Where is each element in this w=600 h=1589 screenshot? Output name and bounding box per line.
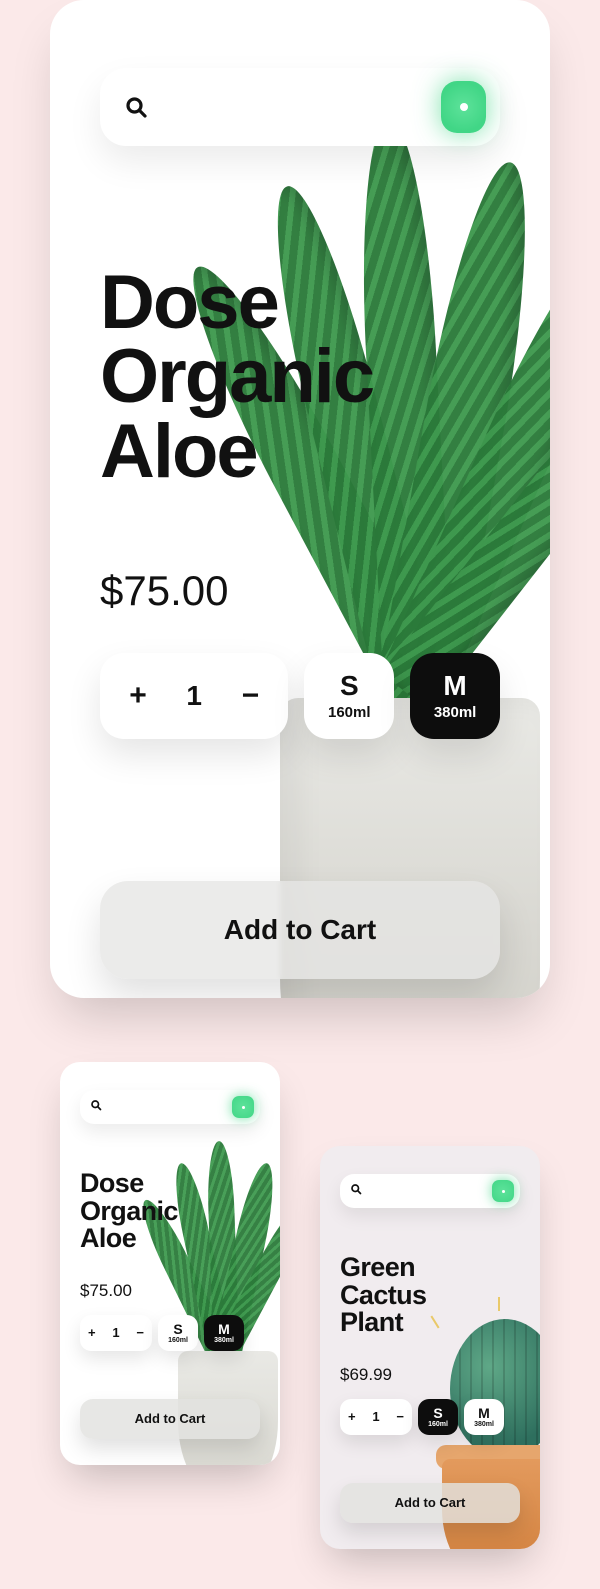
quantity-stepper: + 1 − <box>80 1315 152 1351</box>
quantity-decrease[interactable]: − <box>232 678 268 714</box>
title-line: Cactus <box>340 1280 426 1310</box>
filter-button[interactable] <box>232 1096 254 1118</box>
product-price: $69.99 <box>340 1365 520 1385</box>
title-line: Aloe <box>100 409 257 494</box>
dot-icon <box>502 1190 505 1193</box>
title-line: Aloe <box>80 1223 136 1253</box>
size-option-m[interactable]: M 380ml <box>410 653 500 739</box>
quantity-decrease[interactable]: − <box>396 1410 404 1423</box>
size-volume: 160ml <box>328 704 371 721</box>
quantity-value: 1 <box>372 1409 379 1424</box>
size-option-m[interactable]: M 380ml <box>464 1399 504 1435</box>
product-price: $75.00 <box>100 567 500 615</box>
product-title: Green Cactus Plant <box>340 1254 520 1337</box>
search-input[interactable] <box>148 68 441 146</box>
size-code: M <box>478 1406 490 1420</box>
button-label: Add to Cart <box>135 1411 206 1426</box>
add-to-cart-button[interactable]: Add to Cart <box>340 1483 520 1523</box>
size-option-s[interactable]: S 160ml <box>418 1399 458 1435</box>
filter-button[interactable] <box>492 1180 514 1202</box>
search-icon <box>350 1182 362 1200</box>
size-volume: 380ml <box>434 704 477 721</box>
product-card: Dose Organic Aloe $75.00 + 1 − S 160ml M… <box>50 0 550 998</box>
quantity-increase[interactable]: + <box>348 1410 356 1423</box>
dot-icon <box>242 1106 245 1109</box>
add-to-cart-button[interactable]: Add to Cart <box>100 881 500 979</box>
product-price: $75.00 <box>80 1281 260 1301</box>
quantity-stepper: + 1 − <box>100 653 288 739</box>
size-volume: 380ml <box>214 1337 234 1344</box>
title-line: Green <box>340 1252 415 1282</box>
product-card-thumb: Green Cactus Plant $69.99 + 1 − S 160ml … <box>320 1146 540 1549</box>
size-code: S <box>433 1406 442 1420</box>
search-bar <box>340 1174 520 1208</box>
button-label: Add to Cart <box>395 1495 466 1510</box>
quantity-decrease[interactable]: − <box>136 1326 144 1339</box>
quantity-increase[interactable]: + <box>120 678 156 714</box>
size-option-m[interactable]: M 380ml <box>204 1315 244 1351</box>
quantity-increase[interactable]: + <box>88 1326 96 1339</box>
size-option-s[interactable]: S 160ml <box>304 653 394 739</box>
search-bar <box>100 68 500 146</box>
product-card-thumb: Dose Organic Aloe $75.00 + 1 − S 160ml M… <box>60 1062 280 1465</box>
size-code: S <box>173 1322 182 1336</box>
product-title: Dose Organic Aloe <box>100 266 500 489</box>
size-code: S <box>340 672 359 700</box>
title-line: Organic <box>100 334 373 419</box>
size-volume: 160ml <box>168 1337 188 1344</box>
size-code: M <box>443 672 466 700</box>
title-line: Plant <box>340 1307 403 1337</box>
size-volume: 380ml <box>474 1421 494 1428</box>
product-title: Dose Organic Aloe <box>80 1170 260 1253</box>
quantity-value: 1 <box>112 1325 119 1340</box>
button-label: Add to Cart <box>224 914 376 946</box>
add-to-cart-button[interactable]: Add to Cart <box>80 1399 260 1439</box>
title-line: Organic <box>80 1196 178 1226</box>
search-bar <box>80 1090 260 1124</box>
title-line: Dose <box>80 1168 144 1198</box>
title-line: Dose <box>100 260 278 345</box>
size-option-s[interactable]: S 160ml <box>158 1315 198 1351</box>
filter-button[interactable] <box>441 81 486 133</box>
quantity-value: 1 <box>186 680 202 712</box>
size-code: M <box>218 1322 230 1336</box>
size-volume: 160ml <box>428 1421 448 1428</box>
search-icon <box>90 1098 102 1116</box>
quantity-stepper: + 1 − <box>340 1399 412 1435</box>
dot-icon <box>460 103 468 111</box>
search-icon <box>124 95 148 119</box>
